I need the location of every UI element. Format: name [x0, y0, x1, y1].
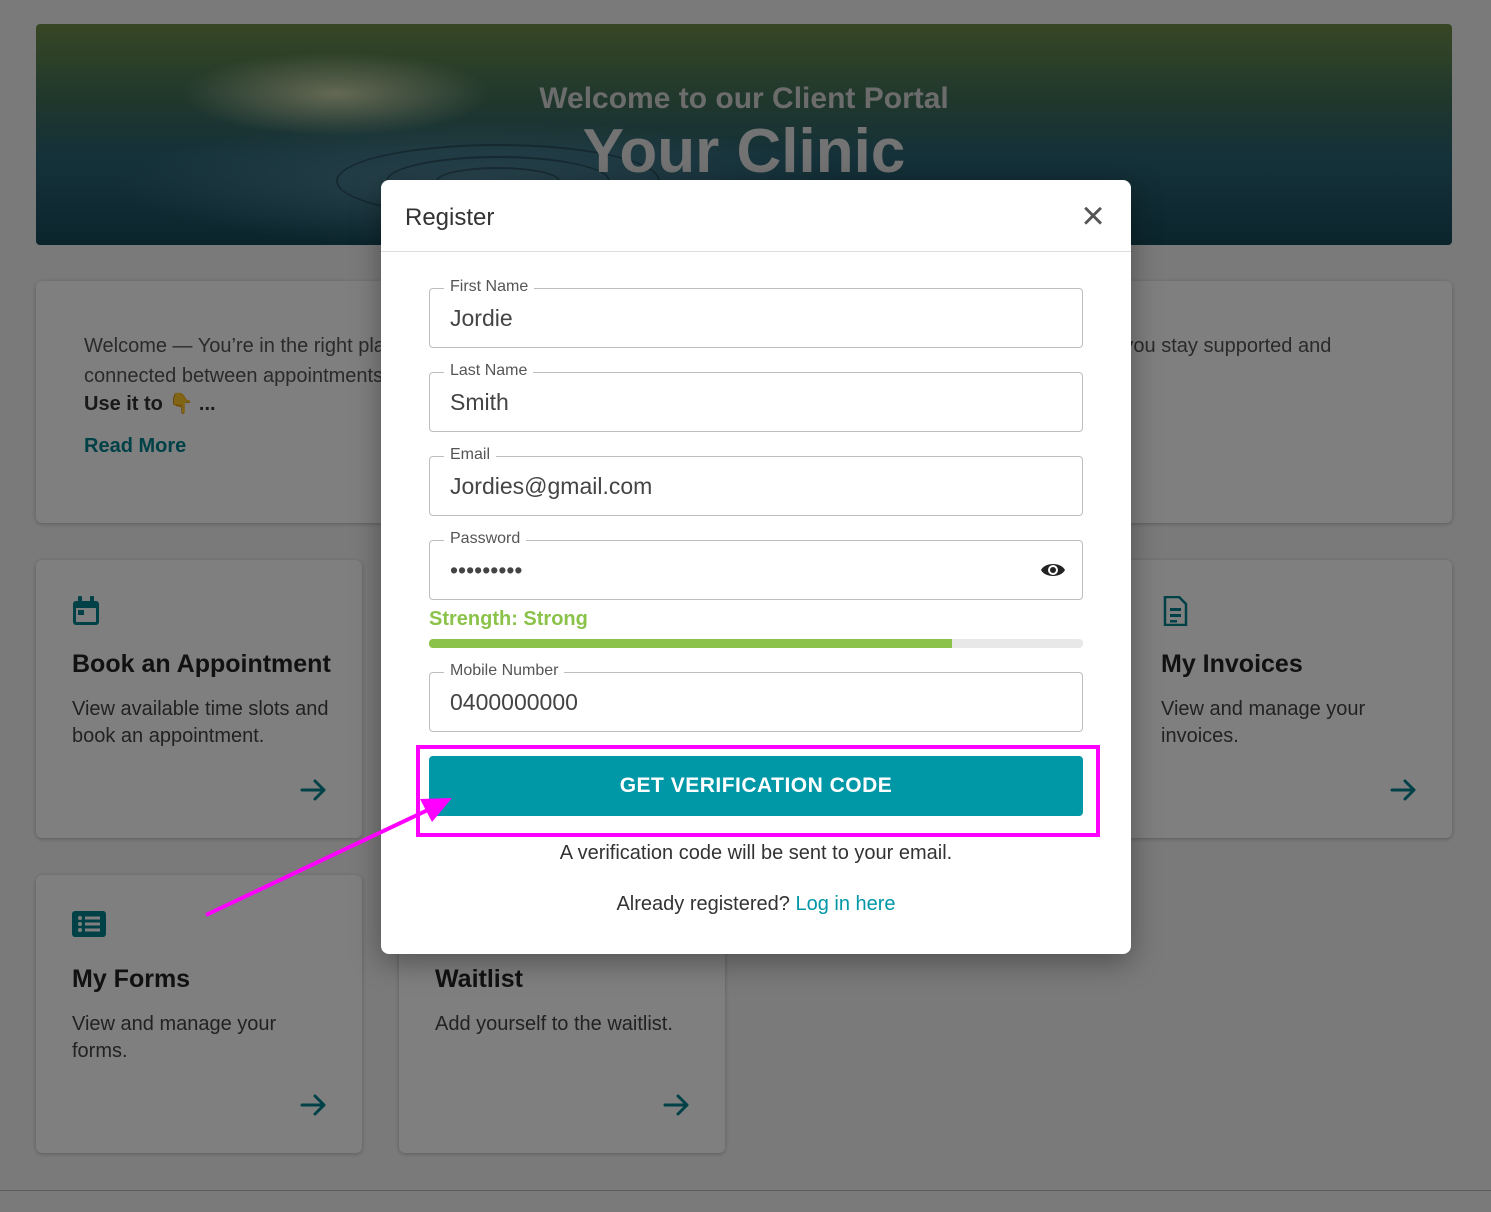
password-strength-bar [429, 639, 1083, 648]
last-name-input[interactable] [450, 385, 1030, 419]
login-link[interactable]: Log in here [795, 893, 895, 915]
close-icon[interactable]: × [1075, 196, 1111, 236]
register-dialog: Register × First Name Last Name Email Pa… [381, 180, 1131, 954]
verification-note: A verification code will be sent to your… [559, 842, 953, 864]
last-name-label: Last Name [444, 362, 534, 380]
password-label: Password [444, 530, 527, 548]
login-prompt: Already registered? Log in here [381, 893, 1131, 916]
password-input[interactable] [450, 553, 990, 587]
first-name-input[interactable] [450, 301, 1030, 335]
last-name-field: Last Name [429, 362, 1083, 432]
mobile-label: Mobile Number [444, 662, 565, 680]
first-name-label: First Name [444, 278, 535, 296]
password-field: Password [429, 530, 1083, 600]
annotation-highlight-box [416, 745, 1100, 837]
dialog-header: Register × [381, 180, 1131, 252]
password-strength-label: Strength: Strong [429, 608, 588, 630]
mobile-input[interactable] [450, 685, 1030, 719]
email-field: Email [429, 446, 1083, 516]
email-label: Email [444, 446, 497, 464]
dialog-title: Register [405, 204, 495, 231]
mobile-field: Mobile Number [429, 662, 1083, 732]
already-registered-text: Already registered? [616, 893, 790, 915]
email-input[interactable] [450, 469, 1030, 503]
password-strength-fill [429, 639, 953, 648]
first-name-field: First Name [429, 278, 1083, 348]
eye-icon[interactable] [1040, 558, 1066, 582]
